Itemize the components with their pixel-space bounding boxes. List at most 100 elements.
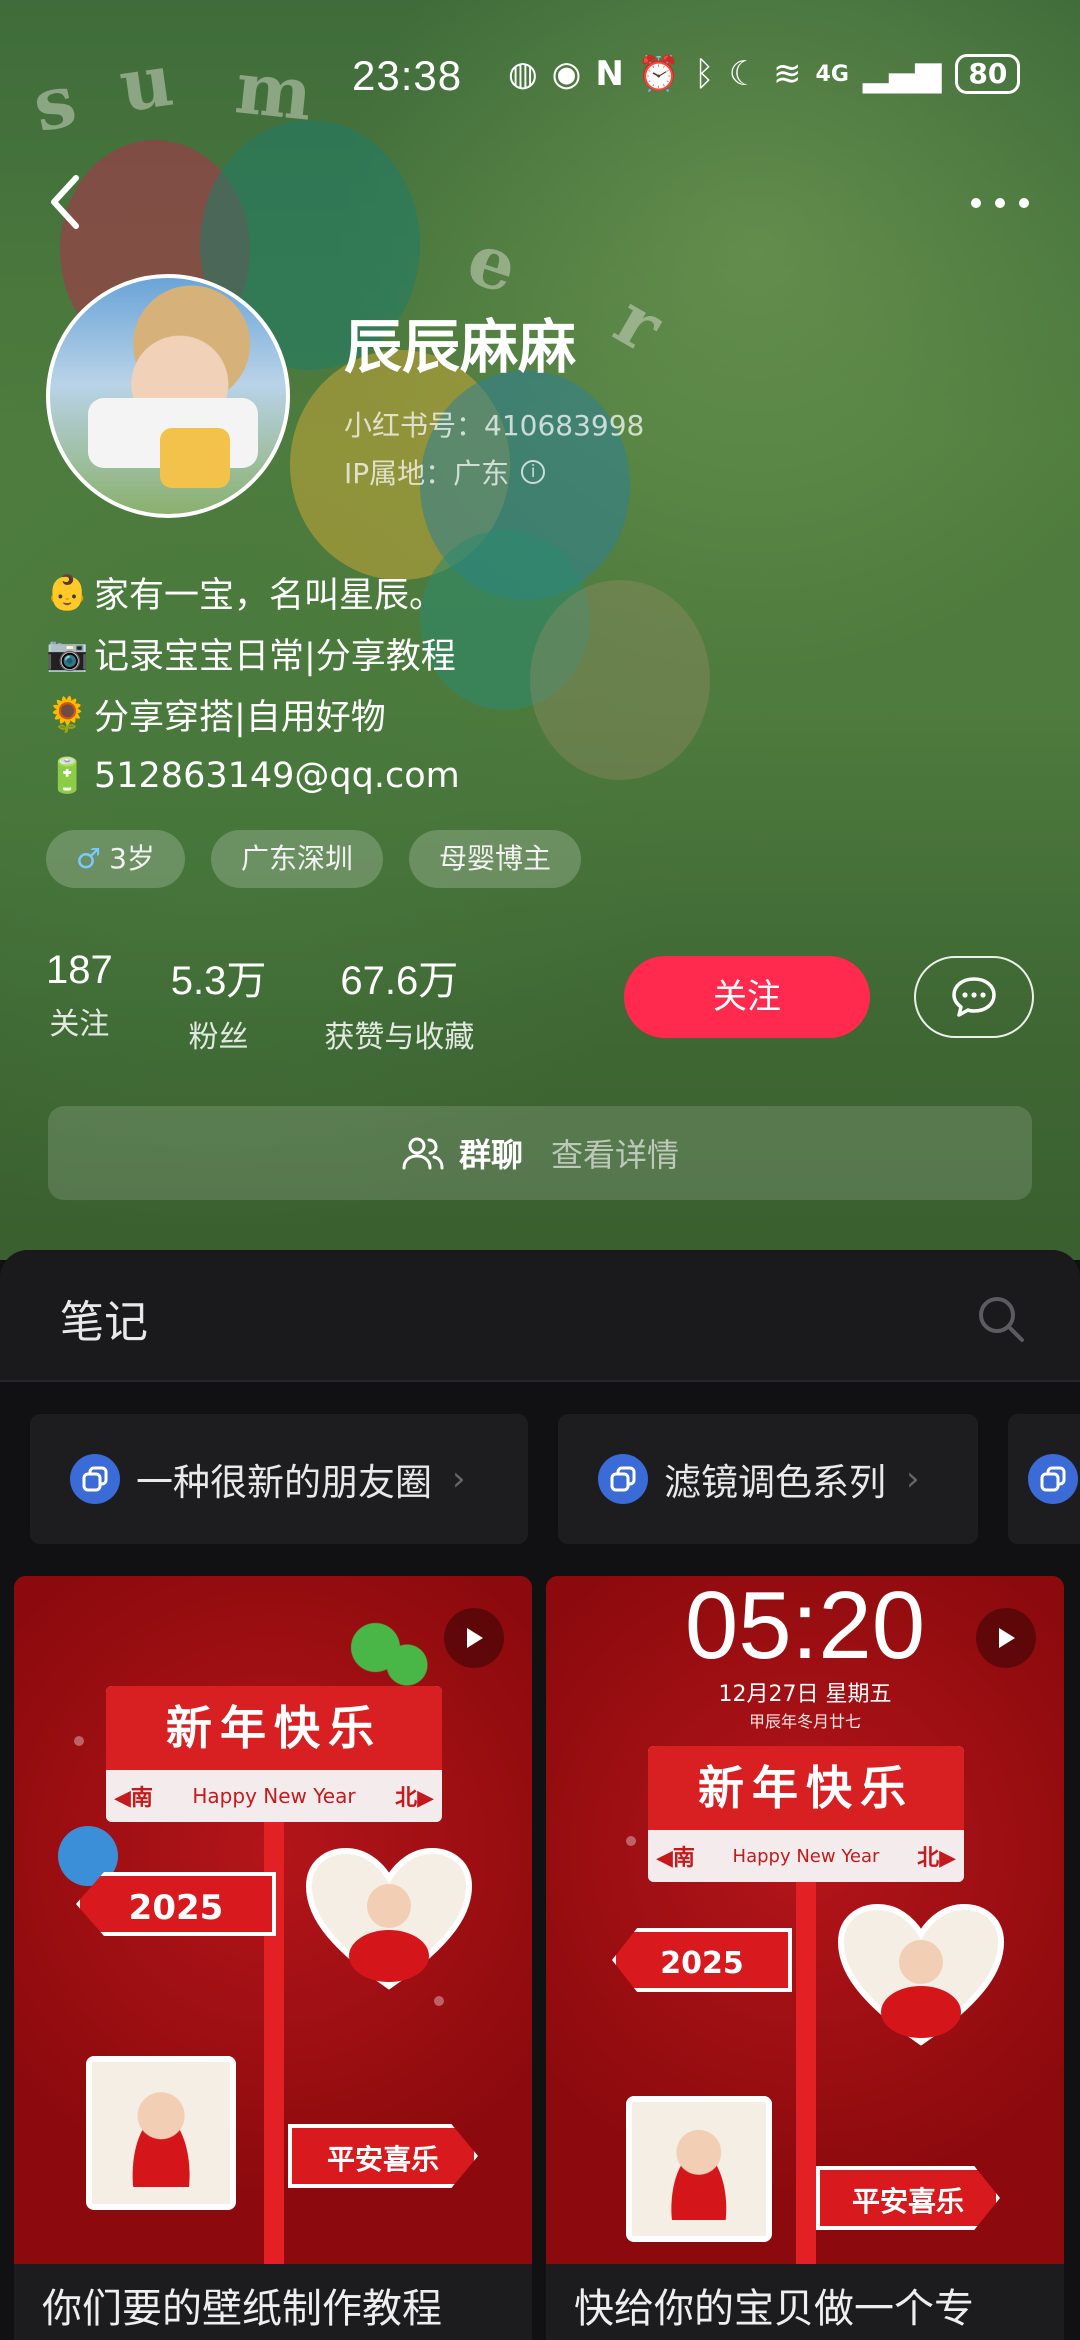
sign-right: 北▶ [917,1846,956,1871]
chevron-left-icon [51,175,79,229]
follow-button[interactable]: 关注 [624,956,870,1038]
bio-line: 👶 家有一宝，名叫星辰。 [46,562,460,623]
stat-value: 5.3万 [170,959,267,1003]
stat-value: 67.6万 [340,959,459,1003]
snow-dot [434,1996,444,2006]
bio-line: 🔋 512863149@qq.com [46,745,460,806]
battery-level: 80 [968,57,1008,90]
collection-label: 滤镜调色系列 [664,1461,886,1504]
baby-icon: 👶 [46,572,89,613]
signal-icon: ▂▄▆ [862,54,942,94]
group-chat-details: 查看详情 [551,1136,680,1174]
clock-lunar-date: 甲辰年冬月廿七 [748,1712,861,1731]
moon-icon: ☾ [728,54,760,94]
sign-right: 北▶ [395,1786,434,1811]
notes-tab-bar: 笔记 [0,1250,1080,1382]
status-time: 23:38 [352,52,463,99]
alarm-icon: ⏰ [637,54,681,94]
tag-location[interactable]: 广东深圳 [210,830,383,888]
note-title: 你们要的壁纸制作教程 [14,2264,532,2340]
background-letter: r [601,276,677,369]
heart-photo-frame [837,1903,1005,2046]
sign-left: ◀南 [114,1786,153,1811]
battery-emoji-icon: 🔋 [46,755,89,796]
kid-photo-frame [626,2096,772,2242]
profile-nickname: 辰辰麻麻 [344,313,577,381]
status-icons: ◍ ◉ N ⏰ ᛒ ☾ ≋ 4G ▂▄▆ 80 [508,54,1021,94]
battery-icon: 80 [955,54,1021,94]
new-year-sign: 新年快乐 ◀南 Happy New Year 北▶ [106,1686,442,1822]
bio-text: 家有一宝，名叫星辰。 [94,576,445,616]
year-sign: 2025 [76,1872,276,1936]
note-card[interactable]: 05:20 12月27日 星期五 甲辰年冬月廿七 新年快乐 ◀南 Happy N… [546,1576,1064,2340]
snow-dot [626,1836,636,1846]
tag-label: 广东深圳 [240,842,353,875]
message-button[interactable] [914,956,1034,1038]
group-chat-label: 群聊 [458,1136,523,1174]
hd-icon: ◍ [508,54,538,94]
collection-item-partial[interactable] [1008,1414,1080,1544]
collection-label: 一种很新的朋友圈 [136,1461,432,1504]
collection-item[interactable]: 一种很新的朋友圈 › [30,1414,528,1544]
note-title: 快给你的宝贝做一个专 [546,2264,1064,2340]
heart-photo-frame [305,1847,473,1990]
nfc-icon: N [595,54,624,94]
male-icon: ♂ [76,842,102,875]
kid-photo [658,2126,740,2220]
peace-sign: 平安喜乐 [816,2166,1000,2230]
collection-item[interactable]: 滤镜调色系列 › [558,1414,978,1544]
kid-photo [119,2087,203,2187]
snake-mascot-icon [344,1616,434,1686]
tab-notes[interactable]: 笔记 [60,1286,148,1350]
eye-icon: ◉ [551,54,582,94]
collections-row: 一种很新的朋友圈 › 滤镜调色系列 › [30,1414,1080,1544]
bio-text: 记录宝宝日常|分享教程 [94,637,456,677]
bio-line: 📷 记录宝宝日常|分享教程 [46,623,460,684]
notes-panel: 笔记 一种很新的朋友圈 › 滤镜调色系列 › 新年快乐 ◀南 Happy New… [0,1250,1080,2340]
stat-value: 187 [46,948,113,992]
stat-likes-collects[interactable]: 67.6万 获赞与收藏 [324,948,474,1056]
profile-ip-location[interactable]: IP属地：广东 i [344,452,546,492]
tag-label: 3岁 [109,842,155,875]
profile-red-id[interactable]: 小红书号：410683998 [344,404,644,444]
clock-date: 12月27日 星期五 [718,1682,892,1707]
more-dots-icon [971,198,1029,208]
ip-label: IP属地：广东 [344,457,510,490]
back-button[interactable] [46,172,86,232]
kid-photo-frame [86,2056,236,2210]
note-card[interactable]: 新年快乐 ◀南 Happy New Year 北▶ 2025 平安喜乐 你们要的… [14,1576,532,2340]
search-button[interactable] [976,1294,1026,1344]
avatar[interactable] [46,274,290,518]
bio-text: 分享穿搭|自用好物 [94,698,386,738]
info-icon[interactable]: i [521,460,546,484]
new-year-sign: 新年快乐 ◀南 Happy New Year 北▶ [648,1746,964,1882]
avatar-photo-detail [160,428,230,488]
group-chat-bar[interactable]: 群聊 查看详情 [48,1106,1032,1200]
sign-mid: Happy New Year [192,1784,356,1808]
sign-title: 新年快乐 [106,1686,442,1770]
stat-followers[interactable]: 5.3万 粉丝 [171,948,267,1056]
note-cover-image: 05:20 12月27日 星期五 甲辰年冬月廿七 新年快乐 ◀南 Happy N… [546,1576,1064,2264]
video-play-icon [976,1608,1036,1668]
wifi-icon: ≋ [773,54,802,94]
signpost-pole [796,1836,816,2264]
chat-bubble-icon [952,977,996,1017]
bluetooth-icon: ᛒ [694,54,715,94]
sign-mid: Happy New Year [732,1845,880,1867]
sign-subtitle-row: ◀南 Happy New Year 北▶ [648,1830,964,1882]
stat-label: 获赞与收藏 [324,1020,475,1055]
profile-bio: 👶 家有一宝，名叫星辰。 📷 记录宝宝日常|分享教程 🌻 分享穿搭|自用好物 🔋… [46,562,460,806]
profile-tags: ♂ 3岁 广东深圳 母婴博主 [46,830,581,888]
tag-category[interactable]: 母婴博主 [408,830,581,888]
collection-icon [598,1454,648,1504]
more-button[interactable] [968,188,1032,218]
camera-icon: 📷 [46,633,89,674]
sign-left: ◀南 [656,1846,695,1871]
peace-sign: 平安喜乐 [288,2124,478,2188]
tag-age[interactable]: ♂ 3岁 [46,830,185,888]
note-cover-image: 新年快乐 ◀南 Happy New Year 北▶ 2025 平安喜乐 [14,1576,532,2264]
background-letter: e [457,215,528,310]
network-type: 4G [815,61,849,87]
stat-following[interactable]: 187 关注 [46,948,113,1056]
group-users-icon [402,1137,444,1170]
